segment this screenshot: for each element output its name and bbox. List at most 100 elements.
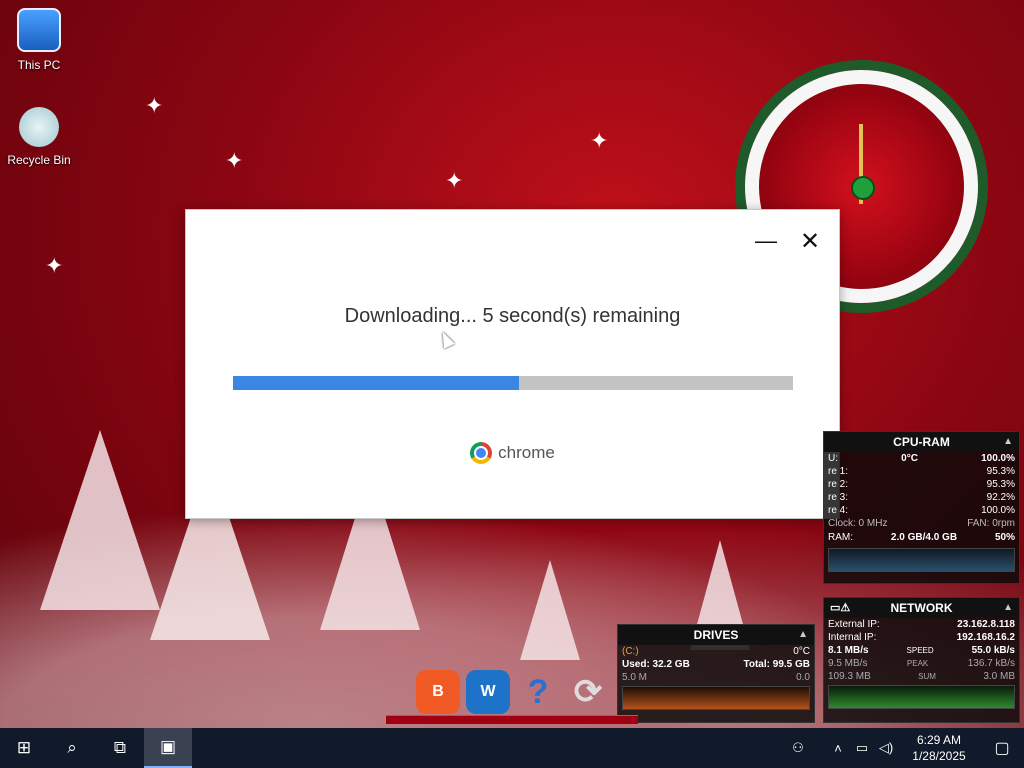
fan-speed: FAN: 0rpm: [967, 518, 1015, 529]
desktop-icon-recycle-bin[interactable]: Recycle Bin: [1, 107, 77, 167]
desktop-icon-this-pc[interactable]: This PC: [1, 8, 77, 72]
gadget-title: DRIVES: [693, 628, 739, 642]
search-icon[interactable]: ⌕: [48, 728, 96, 768]
external-ip-label: External IP:: [828, 619, 880, 630]
taskbar: ⊞ ⌕ ⧉ ▣ ⚇ ˄ ▭ ◁) 6:29 AM 1/28/2025 ▢: [0, 728, 1024, 768]
core-value: 92.2%: [986, 492, 1015, 503]
wallpaper-tree: [520, 560, 580, 660]
ram-graph: [828, 548, 1015, 572]
sum-label: SUM: [918, 672, 936, 681]
internal-ip-value: 192.168.16.2: [956, 632, 1015, 643]
upload-speed: 55.0 kB/s: [971, 645, 1015, 656]
drives-title: DRIVES ▲: [618, 625, 814, 645]
help-icon[interactable]: ?: [516, 670, 560, 714]
clock-date: 1/28/2025: [912, 749, 966, 763]
monitor-icon: [17, 8, 61, 52]
ram-label: RAM:: [828, 532, 853, 543]
brave-icon[interactable]: B: [416, 670, 460, 714]
gadget-title: CPU-RAM: [893, 435, 950, 449]
network-title: ▭⚠ NETWORK ▲: [824, 598, 1019, 618]
core-row: re 1: 95.3%: [824, 465, 1019, 478]
cpu-total: 100.0%: [981, 453, 1015, 464]
internal-ip-row: Internal IP: 192.168.16.2: [824, 631, 1019, 644]
collapse-caret-icon[interactable]: ▲: [1003, 432, 1013, 452]
cpu-total-row: U: 0°C 100.0%: [824, 452, 1019, 465]
internal-ip-label: Internal IP:: [828, 632, 877, 643]
star-icon: ✦: [445, 168, 464, 193]
cpu-label: U:: [828, 453, 838, 464]
chrome-logo-icon: [470, 442, 493, 464]
core-label: re 4:: [828, 505, 849, 516]
ram-percent: 50%: [994, 532, 1015, 543]
ram-value: 2.0 GB/4.0 GB: [890, 532, 958, 543]
cpu-clock: Clock: 0 MHz: [828, 518, 888, 529]
cpu-ram-gadget[interactable]: CPU-RAM ▲ U: 0°C 100.0% re 1: 95.3% re 2:…: [823, 431, 1020, 584]
core-value: 95.3%: [986, 479, 1015, 490]
desktop-icon-label: Recycle Bin: [7, 153, 71, 167]
download-sum: 109.3 MB: [828, 671, 871, 682]
star-icon: ✦: [225, 148, 244, 173]
upload-sum: 3.0 MB: [983, 671, 1015, 682]
chrome-brand: chrome: [186, 442, 839, 464]
cpu-ram-title: CPU-RAM ▲: [824, 432, 1019, 452]
drive-temp: 0°C: [793, 646, 810, 657]
core-value: 100.0%: [981, 505, 1015, 516]
wallpaper-tree: [40, 430, 160, 610]
task-view-icon[interactable]: ⧉: [96, 728, 144, 768]
core-label: re 2:: [828, 479, 849, 490]
clock-fan-row: Clock: 0 MHz FAN: 0rpm: [824, 517, 1019, 530]
download-status-text: Downloading... 5 second(s) remaining: [344, 305, 681, 327]
download-progress-fill: [233, 376, 519, 390]
core-label: re 1:: [828, 466, 849, 477]
upload-peak: 136.7 kB/s: [967, 658, 1015, 669]
cpu-temp: 0°C: [901, 453, 918, 464]
collapse-caret-icon[interactable]: ▲: [1003, 598, 1013, 618]
system-tray: ⚇ ˄ ▭ ◁) 6:29 AM 1/28/2025 ▢: [786, 728, 1024, 768]
taskbar-app-installer[interactable]: ▣: [144, 728, 192, 768]
collapse-caret-icon[interactable]: ▲: [798, 625, 808, 645]
speed-row: 8.1 MB/s SPEED 55.0 kB/s: [824, 644, 1019, 657]
download-dialog: — ✕ Downloading... 5 second(s) remaining…: [185, 209, 840, 519]
core-value: 95.3%: [986, 466, 1015, 477]
core-label: re 3:: [828, 492, 849, 503]
drive-total: Total: 99.5 GB: [743, 659, 811, 670]
peak-label: PEAK: [906, 659, 929, 668]
download-peak: 9.5 MB/s: [828, 658, 868, 669]
sync-icon[interactable]: ⟳: [566, 670, 610, 714]
close-button[interactable]: ✕: [795, 228, 825, 255]
people-icon[interactable]: ⚇: [786, 740, 810, 756]
clock-center-knob: [851, 176, 875, 200]
drive-graph: [622, 686, 810, 710]
gadget-title: NETWORK: [890, 601, 953, 615]
start-button[interactable]: ⊞: [0, 728, 48, 768]
network-graph: [828, 685, 1015, 709]
chevron-up-icon[interactable]: ˄: [826, 741, 850, 756]
drives-gadget[interactable]: DRIVES ▲ (C:) 0°C Used: 32.2 GB Total: 9…: [617, 624, 815, 723]
app-dock: B W ? ⟳: [386, 666, 638, 724]
desktop-icon-label: This PC: [17, 58, 61, 72]
drive-usage-row: Used: 32.2 GB Total: 99.5 GB: [618, 658, 814, 671]
clock-time: 6:29 AM: [916, 733, 962, 747]
core-row: re 2: 95.3%: [824, 478, 1019, 491]
brand-label: chrome: [498, 443, 555, 462]
minimize-button[interactable]: —: [751, 228, 781, 254]
drive-letter: (C:): [622, 646, 639, 657]
dock-bar: [386, 715, 638, 724]
ram-row: RAM: 2.0 GB/4.0 GB 50%: [824, 530, 1019, 546]
network-tray-icon[interactable]: ▭: [850, 740, 874, 756]
notification-icon[interactable]: ▢: [980, 738, 1024, 758]
network-icon: ▭⚠: [830, 602, 851, 614]
sum-row: 109.3 MB SUM 3.0 MB: [824, 670, 1019, 683]
wise-care-icon[interactable]: W: [466, 670, 510, 714]
peak-row: 9.5 MB/s PEAK 136.7 kB/s: [824, 657, 1019, 670]
star-icon: ✦: [45, 253, 64, 278]
volume-icon[interactable]: ◁): [874, 740, 898, 756]
taskbar-clock[interactable]: 6:29 AM 1/28/2025: [898, 732, 980, 764]
external-ip-value: 23.162.8.118: [957, 619, 1015, 630]
download-progress-bar: [233, 376, 793, 390]
drive-write: 0.0: [796, 672, 810, 683]
download-speed: 8.1 MB/s: [828, 645, 869, 656]
star-icon: ✦: [145, 93, 164, 118]
drive-header-row: (C:) 0°C: [618, 645, 814, 658]
network-gadget[interactable]: ▭⚠ NETWORK ▲ External IP: 23.162.8.118 I…: [823, 597, 1020, 723]
